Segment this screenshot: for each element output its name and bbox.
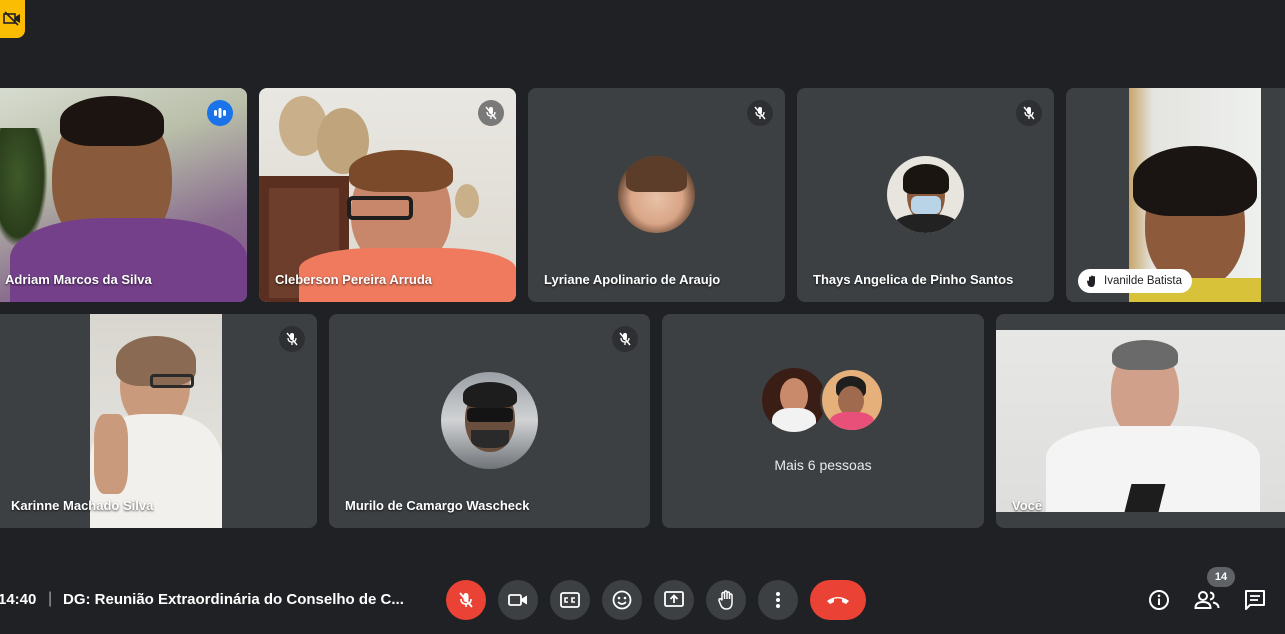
participant-tile-ivanilde[interactable]: Ivanilde Batista (1066, 88, 1285, 302)
mic-muted-icon (478, 100, 504, 126)
more-participants-tile[interactable]: Mais 6 pessoas (662, 314, 984, 528)
mic-muted-icon (612, 326, 638, 352)
emoji-icon (612, 590, 632, 610)
meeting-title: DG: Reunião Extraordinária do Conselho d… (63, 591, 404, 608)
participant-name: Lyriane Apolinario de Araujo (544, 272, 721, 287)
people-count-badge: 14 (1207, 567, 1235, 587)
closed-caption-icon (560, 592, 580, 608)
participant-tile-cleberson[interactable]: Cleberson Pereira Arruda (259, 88, 516, 302)
video-off-warning-icon (2, 11, 20, 26)
mic-muted-icon (747, 100, 773, 126)
speaking-indicator-icon (207, 100, 233, 126)
participant-avatar (887, 156, 964, 233)
participant-tile-thays[interactable]: Thays Angelica de Pinho Santos (797, 88, 1054, 302)
present-screen-icon (664, 591, 684, 607)
participant-name: Karinne Machado Silva (11, 498, 154, 513)
meeting-time: 14:40 (0, 591, 37, 608)
leave-call-button[interactable] (810, 580, 866, 620)
info-icon (1149, 590, 1169, 610)
mic-muted-icon (279, 326, 305, 352)
call-end-icon (827, 597, 849, 604)
hand-raised-icon (1087, 275, 1095, 287)
participant-tile-murilo[interactable]: Murilo de Camargo Wascheck (329, 314, 650, 528)
no-video-warning-badge[interactable] (0, 0, 25, 38)
more-vert-icon (776, 592, 780, 608)
present-screen-button[interactable] (654, 580, 694, 620)
participant-tile-adriam[interactable]: Adriam Marcos da Silva (0, 88, 247, 302)
captions-button[interactable] (550, 580, 590, 620)
participant-avatar (762, 368, 826, 432)
hand-raised-name-chip: Ivanilde Batista (1078, 269, 1192, 293)
reactions-button[interactable] (602, 580, 642, 620)
self-view-tile[interactable]: Você (996, 314, 1285, 528)
participant-name: Ivanilde Batista (1104, 275, 1182, 287)
participant-tile-karinne[interactable]: Karinne Machado Silva (0, 314, 317, 528)
participant-tile-lyriane[interactable]: Lyriane Apolinario de Araujo (528, 88, 785, 302)
participant-avatar (441, 372, 538, 469)
hand-icon (718, 590, 733, 610)
chat-button[interactable] (1239, 584, 1271, 616)
raise-hand-button[interactable] (706, 580, 746, 620)
meeting-details-button[interactable] (1143, 584, 1175, 616)
self-video (996, 330, 1285, 512)
people-button[interactable] (1191, 584, 1223, 616)
more-options-button[interactable] (758, 580, 798, 620)
participant-video (90, 314, 222, 528)
videocam-icon (508, 594, 527, 606)
mic-toggle-button[interactable] (446, 580, 486, 620)
participant-name: Cleberson Pereira Arruda (275, 272, 433, 287)
more-participants-label: Mais 6 pessoas (774, 457, 872, 473)
people-icon (1194, 591, 1220, 609)
camera-toggle-button[interactable] (498, 580, 538, 620)
meeting-info-separator: | (48, 590, 53, 607)
participant-name: Você (1012, 498, 1043, 513)
chat-icon (1245, 590, 1265, 610)
participant-avatar (820, 368, 884, 432)
mic-off-icon (459, 592, 473, 608)
participant-name: Adriam Marcos da Silva (5, 272, 152, 287)
participant-avatar (618, 156, 695, 233)
participant-name: Murilo de Camargo Wascheck (345, 498, 530, 513)
participant-video (259, 88, 516, 302)
participant-name: Thays Angelica de Pinho Santos (813, 272, 1014, 287)
mic-muted-icon (1016, 100, 1042, 126)
